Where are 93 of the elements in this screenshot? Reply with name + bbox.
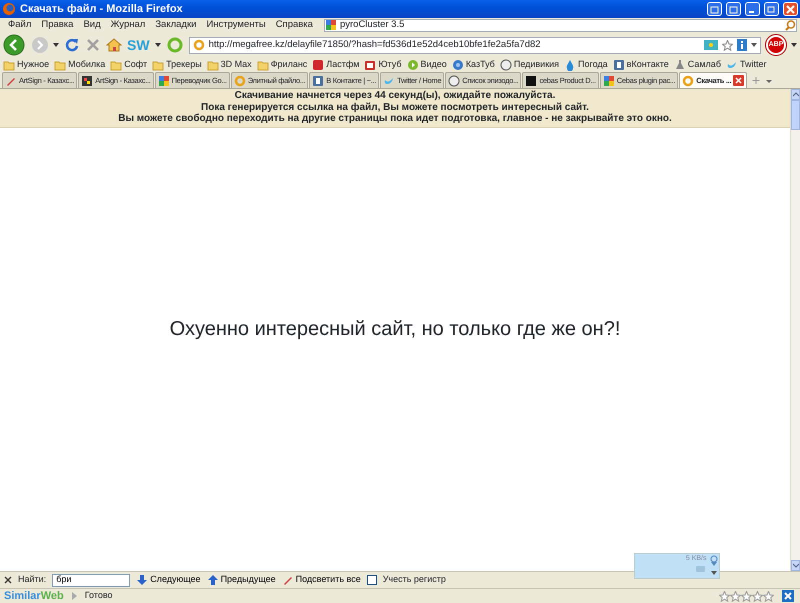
bookmark[interactable]: 3D Max — [206, 58, 252, 72]
caret-icon[interactable] — [53, 42, 59, 48]
bookmark[interactable]: Трекеры — [152, 58, 202, 72]
close-icon — [786, 5, 795, 14]
bookmark[interactable]: Фриланс — [256, 58, 308, 72]
firefox-icon — [2, 2, 16, 16]
square-icon — [312, 59, 324, 71]
window-title: Скачать файл - Mozilla Firefox — [20, 2, 184, 17]
search-icon[interactable] — [785, 20, 796, 30]
bookmark[interactable]: Софт — [110, 58, 148, 72]
scrollbar-thumb[interactable] — [791, 100, 800, 130]
bookmark[interactable]: Ластфм — [312, 58, 360, 72]
globe-icon — [500, 59, 512, 71]
bookmark[interactable]: вКонтакте — [612, 58, 669, 72]
bookmark[interactable]: Twitter — [726, 58, 766, 72]
url-text: http://megafree.kz/delayfile71850/?hash=fd536d1e52d4ceb10bfe1fe2a5fa7d82 — [208, 38, 542, 52]
menu-item[interactable]: Файл — [3, 18, 36, 32]
ring-icon — [234, 74, 246, 86]
addon-icon[interactable] — [782, 590, 796, 602]
info-icon[interactable] — [737, 39, 747, 51]
vk-icon — [612, 59, 625, 71]
maximize-icon — [767, 5, 776, 14]
find-toolbar-button[interactable]: Предыдущее — [206, 573, 276, 587]
menu-item[interactable]: Журнал — [106, 18, 150, 32]
bookmark[interactable]: Видео — [406, 58, 447, 72]
minimize-button[interactable] — [745, 2, 760, 16]
find-field[interactable]: бри — [52, 574, 130, 586]
grid-icon — [81, 74, 94, 86]
flask-icon — [674, 59, 686, 71]
search-engine-label: pyroCluster 3.5 — [340, 18, 404, 32]
bookmark[interactable]: Мобилка — [54, 58, 106, 72]
search-field[interactable]: pyroCluster 3.5 — [324, 18, 797, 32]
globe-icon — [452, 59, 464, 71]
download-icon[interactable] — [709, 554, 719, 567]
star-icon[interactable] — [741, 590, 752, 602]
square-icon — [525, 74, 538, 86]
rating-stars[interactable] — [719, 590, 774, 602]
flag-icon — [704, 40, 718, 50]
scrollbar[interactable] — [790, 89, 800, 571]
bookmark[interactable]: Самлаб — [674, 58, 721, 72]
home-icon[interactable] — [106, 37, 122, 53]
play-icon — [406, 59, 419, 71]
star-icon[interactable] — [752, 590, 763, 602]
menu-item[interactable]: Правка — [36, 18, 78, 32]
back-button[interactable] — [3, 34, 27, 56]
bookmark[interactable]: Погода — [564, 58, 608, 72]
headline: Охуенно интересный сайт, но только где же он?! — [170, 317, 620, 342]
address-bar[interactable]: http://megafree.kz/delayfile71850/?hash=fd536d1e52d4ceb10bfe1fe2a5fa7d82 — [188, 36, 761, 54]
up-arrow-icon — [206, 574, 219, 586]
pencil-icon — [282, 574, 294, 586]
bookmark[interactable]: Нужное — [3, 58, 50, 72]
down-arrow-icon — [136, 574, 148, 586]
ring-icon — [682, 74, 694, 86]
caret-icon[interactable] — [751, 42, 757, 48]
globe-icon — [448, 74, 460, 86]
ring-icon — [192, 39, 205, 51]
caret-icon[interactable] — [791, 42, 797, 48]
tv-icon — [364, 59, 376, 71]
notice-line: Вы можете свободно переходить на другие страницы пока идет подготовка, главное - не закрывайте это окно. — [117, 113, 673, 124]
menu-item[interactable]: Инструменты — [201, 18, 271, 32]
find-toolbar-button[interactable]: Подсветить все — [282, 573, 361, 587]
caret-icon[interactable] — [154, 42, 161, 48]
star-icon[interactable] — [719, 590, 730, 602]
menu-item[interactable]: Закладки — [150, 18, 202, 32]
checkbox-label: Учесть регистр — [382, 573, 446, 586]
star-icon[interactable] — [722, 40, 733, 50]
bookmark[interactable]: Педивикия — [500, 58, 560, 72]
menu-item[interactable]: Вид — [78, 18, 106, 32]
grid-icon — [158, 74, 170, 86]
bookmark[interactable]: Ютуб — [364, 58, 402, 72]
reload-icon[interactable] — [64, 37, 80, 53]
star-icon[interactable] — [730, 590, 741, 602]
restore-window-icon[interactable] — [707, 2, 722, 16]
find-toolbar-button[interactable]: Следующее — [136, 573, 201, 587]
star-icon[interactable] — [763, 590, 774, 602]
close-icon[interactable] — [4, 576, 12, 584]
close-tab-icon[interactable] — [733, 75, 744, 86]
drop-icon — [564, 59, 576, 71]
maximize-button[interactable] — [764, 2, 779, 16]
notice-line: Скачивание начнется через 44 секунд(ы), ожидайте пожалуйста. — [234, 90, 556, 102]
menu-item[interactable]: Справка — [270, 18, 318, 32]
checkbox[interactable] — [366, 575, 377, 585]
notice-line: Пока генерируется ссылка на файл, Вы можете посмотреть интересный сайт. — [200, 102, 590, 113]
find-label: Найти: — [18, 573, 46, 586]
status-text: Готово — [84, 589, 114, 602]
bookmark[interactable]: КазТуб — [452, 58, 495, 72]
scroll-down-icon[interactable] — [792, 562, 798, 568]
scroll-up-icon[interactable] — [792, 92, 798, 97]
close-button[interactable] — [783, 2, 798, 16]
grid-icon — [602, 74, 615, 86]
vk-icon — [312, 74, 324, 86]
window-icon[interactable] — [726, 2, 741, 16]
grid-icon — [324, 19, 337, 31]
